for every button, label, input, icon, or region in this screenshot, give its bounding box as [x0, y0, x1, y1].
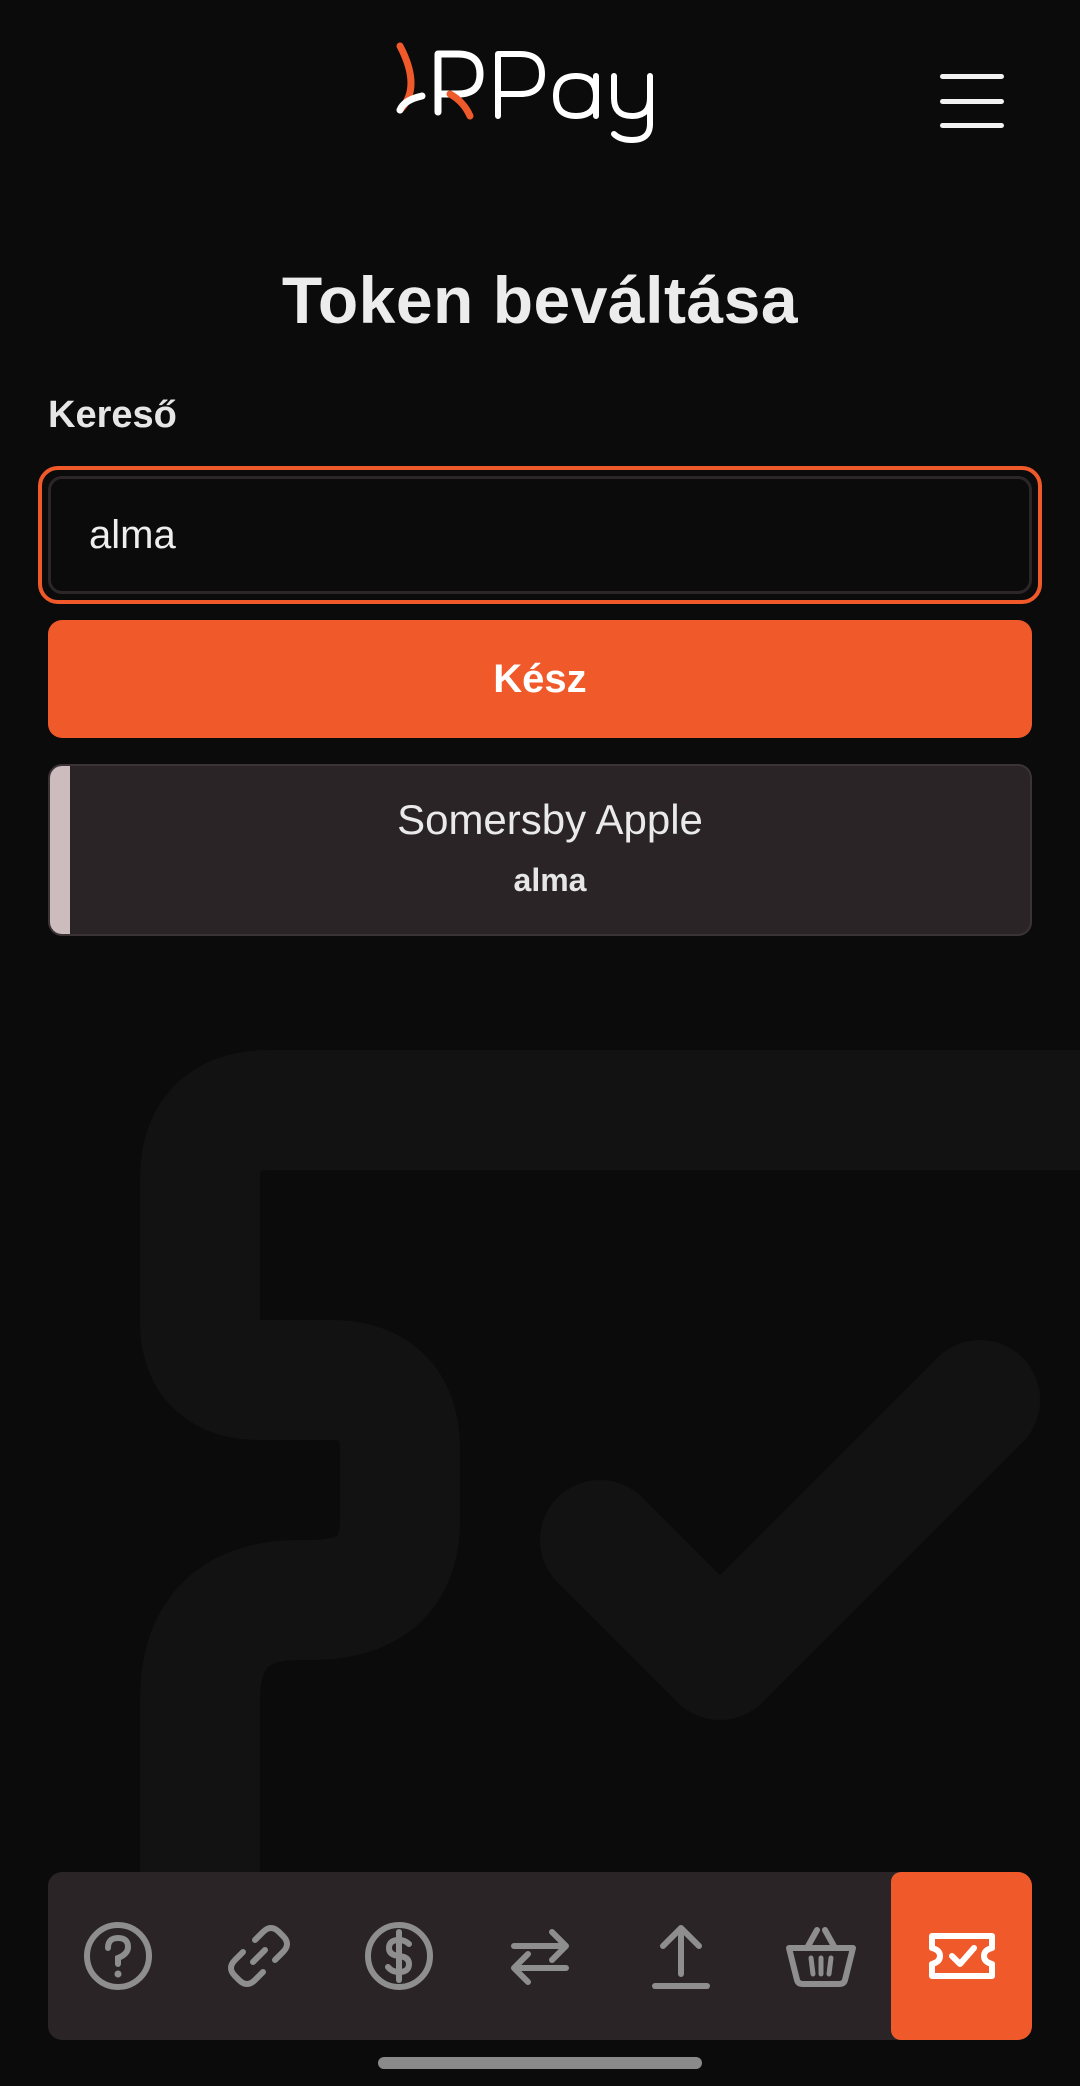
token-redeem-screen: Token beváltása Kereső Kész Somersby App…	[0, 0, 1080, 2086]
menu-line	[940, 123, 1004, 128]
result-accent-bar	[50, 766, 70, 934]
nav-help[interactable]	[48, 1872, 189, 2040]
basket-icon	[786, 1927, 857, 1987]
search-input[interactable]	[48, 476, 1032, 594]
nav-transfer[interactable]	[470, 1872, 611, 2040]
bottom-navigation	[48, 1872, 1032, 2040]
nav-token-redeem[interactable]	[891, 1872, 1032, 2040]
hamburger-menu-icon[interactable]	[940, 74, 1004, 128]
done-button[interactable]: Kész	[48, 620, 1032, 738]
page-title: Token beváltása	[281, 263, 799, 337]
result-name: Somersby Apple	[397, 796, 703, 843]
nav-upload[interactable]	[610, 1872, 751, 2040]
home-indicator[interactable]	[378, 2057, 702, 2069]
nav-link[interactable]	[189, 1872, 330, 2040]
search-label: Kereső	[48, 394, 177, 436]
menu-line	[940, 98, 1004, 104]
ticket-check-icon	[928, 1933, 995, 1979]
xrpay-logo	[396, 42, 653, 144]
search-result-item[interactable]: Somersby Apple alma	[48, 764, 1032, 936]
upload-icon	[651, 1925, 710, 1989]
result-keyword: alma	[513, 862, 587, 898]
transfer-arrows-icon	[510, 1929, 569, 1985]
nav-payment[interactable]	[329, 1872, 470, 2040]
help-circle-icon	[84, 1922, 153, 1990]
nav-shop[interactable]	[751, 1872, 892, 2040]
menu-line	[940, 74, 1004, 79]
dollar-circle-icon	[365, 1922, 434, 1990]
link-icon	[227, 1925, 290, 1987]
